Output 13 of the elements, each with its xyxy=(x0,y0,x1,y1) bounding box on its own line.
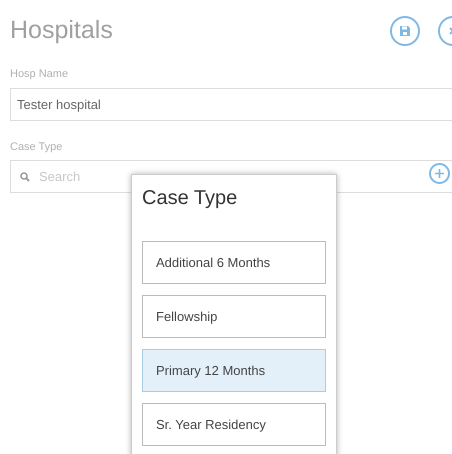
save-icon xyxy=(399,25,411,37)
add-button[interactable] xyxy=(429,163,450,184)
option-item[interactable]: Fellowship xyxy=(142,295,326,338)
field-label: Case Type xyxy=(10,140,64,154)
save-button[interactable] xyxy=(390,16,420,46)
input-field[interactable]: Tester hospital xyxy=(10,88,452,120)
search-icon xyxy=(20,172,30,182)
field-label: Hosp Name xyxy=(10,67,70,82)
plus-icon xyxy=(435,169,444,178)
option-item[interactable]: Primary 12 Months xyxy=(142,349,326,392)
page-title: Hospitals xyxy=(10,15,114,46)
option-item[interactable]: Sr. Year Residency xyxy=(142,403,326,446)
option-item[interactable]: Additional 6 Months xyxy=(142,241,326,284)
